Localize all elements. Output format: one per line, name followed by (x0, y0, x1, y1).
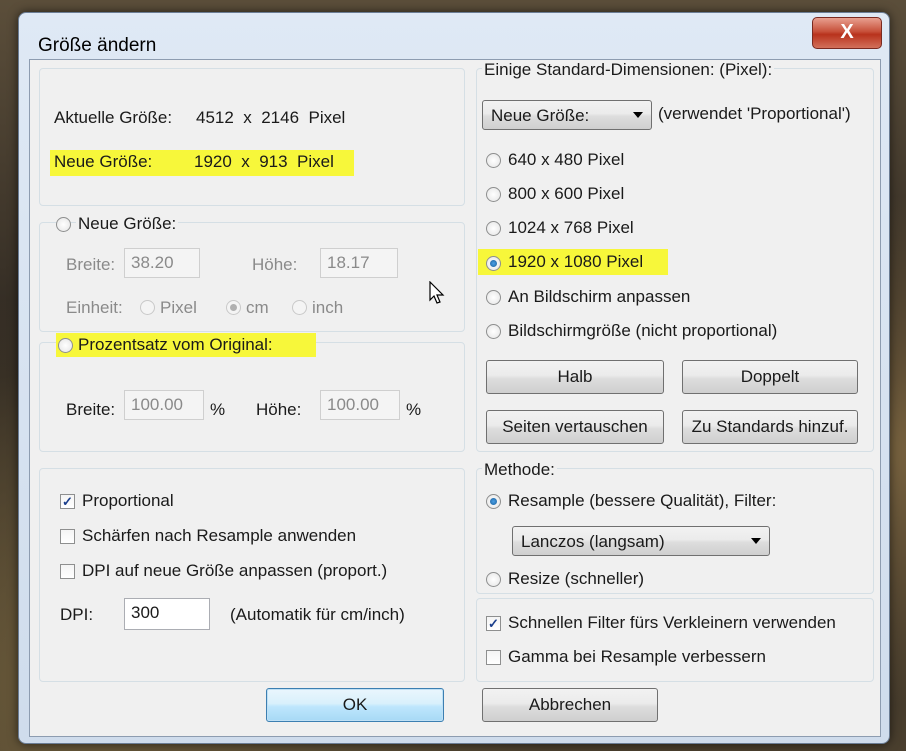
preset-fit-screen-label[interactable]: An Bildschirm anpassen (508, 287, 690, 307)
percent-radio-label[interactable]: Prozentsatz vom Original: (78, 335, 273, 355)
height-label: Höhe: (252, 255, 298, 274)
dpi-note: (Automatik für cm/inch) (230, 605, 405, 624)
standard-dims-label: Einige Standard-Dimensionen: (Pixel): (482, 60, 775, 80)
standard-size-dropdown[interactable]: Neue Größe: (482, 100, 652, 130)
cancel-button[interactable]: Abbrechen (482, 688, 658, 722)
chevron-down-icon (633, 112, 643, 118)
unit-inch-radio[interactable] (292, 300, 307, 315)
preset-640-label[interactable]: 640 x 480 Pixel (508, 150, 624, 170)
fast-filter-checkbox[interactable]: ✓ (486, 616, 501, 631)
proportional-checkbox[interactable]: ✓ (60, 494, 75, 509)
unit-cm-radio[interactable] (226, 300, 241, 315)
dpi-adjust-label[interactable]: DPI auf neue Größe anpassen (proport.) (82, 561, 387, 581)
half-button[interactable]: Halb (486, 360, 664, 394)
unit-inch-label[interactable]: inch (312, 298, 343, 318)
height-input[interactable]: 18.17 (320, 248, 398, 278)
swap-sides-button[interactable]: Seiten vertauschen (486, 410, 664, 444)
resize-radio[interactable] (486, 572, 501, 587)
percent-width-unit: % (210, 400, 226, 419)
dpi-input[interactable]: 300 (124, 598, 210, 630)
preset-screen-size-label[interactable]: Bildschirmgröße (nicht proportional) (508, 321, 777, 341)
resize-label[interactable]: Resize (schneller) (508, 569, 644, 589)
percent-height-input[interactable]: 100.00 (320, 390, 400, 420)
dpi-label: DPI: (60, 605, 94, 624)
percent-group (39, 342, 465, 452)
fast-filter-label[interactable]: Schnellen Filter fürs Verkleinern verwen… (508, 613, 836, 633)
preset-fit-screen-radio[interactable] (486, 290, 501, 305)
filter-dropdown[interactable]: Lanczos (langsam) (512, 526, 770, 556)
double-button[interactable]: Doppelt (682, 360, 858, 394)
preset-screen-size-radio[interactable] (486, 324, 501, 339)
resize-dialog: Größe ändern X Aktuelle Größe: 4512 x 21… (18, 12, 890, 744)
percent-width-label: Breite: (66, 400, 116, 419)
gamma-checkbox[interactable] (486, 650, 501, 665)
sharpen-checkbox[interactable] (60, 529, 75, 544)
gamma-label[interactable]: Gamma bei Resample verbessern (508, 647, 766, 667)
standard-dropdown-note: (verwendet 'Proportional') (658, 104, 851, 123)
preset-1920-label[interactable]: 1920 x 1080 Pixel (508, 252, 643, 272)
filter-dropdown-value: Lanczos (langsam) (521, 532, 665, 551)
preset-800-radio[interactable] (486, 187, 501, 202)
percent-height-unit: % (406, 400, 422, 419)
proportional-label[interactable]: Proportional (82, 491, 174, 511)
add-to-standards-button[interactable]: Zu Standards hinzuf. (682, 410, 858, 444)
percent-radio[interactable] (58, 338, 73, 353)
percent-width-input[interactable]: 100.00 (124, 390, 204, 420)
preset-1024-label[interactable]: 1024 x 768 Pixel (508, 218, 634, 238)
resample-label[interactable]: Resample (bessere Qualität), Filter: (508, 491, 776, 511)
standard-size-dropdown-value: Neue Größe: (491, 106, 590, 125)
dialog-client-area: Aktuelle Größe: 4512 x 2146 Pixel Neue G… (29, 59, 881, 737)
width-label: Breite: (66, 255, 116, 274)
dpi-adjust-checkbox[interactable] (60, 564, 75, 579)
resample-radio[interactable] (486, 494, 501, 509)
preset-640-radio[interactable] (486, 153, 501, 168)
unit-pixel-radio[interactable] (140, 300, 155, 315)
ok-button[interactable]: OK (266, 688, 444, 722)
method-label: Methode: (482, 460, 557, 480)
title-bar[interactable]: Größe ändern X (19, 13, 889, 59)
current-size-label: Aktuelle Größe: (54, 108, 173, 127)
dialog-title: Größe ändern (38, 35, 157, 56)
new-size-label: Neue Größe: (54, 152, 153, 171)
close-button[interactable]: X (812, 17, 882, 49)
preset-800-label[interactable]: 800 x 600 Pixel (508, 184, 624, 204)
unit-label: Einheit: (66, 298, 123, 317)
new-size-value: 1920 x 913 Pixel (194, 152, 334, 171)
preset-1024-radio[interactable] (486, 221, 501, 236)
size-info-group (39, 68, 465, 206)
preset-1920-radio[interactable] (486, 256, 501, 271)
mouse-cursor-icon (429, 281, 445, 304)
new-size-radio[interactable] (56, 217, 71, 232)
current-size-value: 4512 x 2146 Pixel (196, 108, 346, 127)
percent-height-label: Höhe: (256, 400, 302, 419)
unit-cm-label[interactable]: cm (246, 298, 269, 318)
width-input[interactable]: 38.20 (124, 248, 200, 278)
new-size-radio-label[interactable]: Neue Größe: (76, 214, 179, 234)
unit-pixel-label[interactable]: Pixel (160, 298, 197, 318)
chevron-down-icon (751, 538, 761, 544)
filter-options-group (476, 598, 874, 682)
sharpen-label[interactable]: Schärfen nach Resample anwenden (82, 526, 356, 546)
